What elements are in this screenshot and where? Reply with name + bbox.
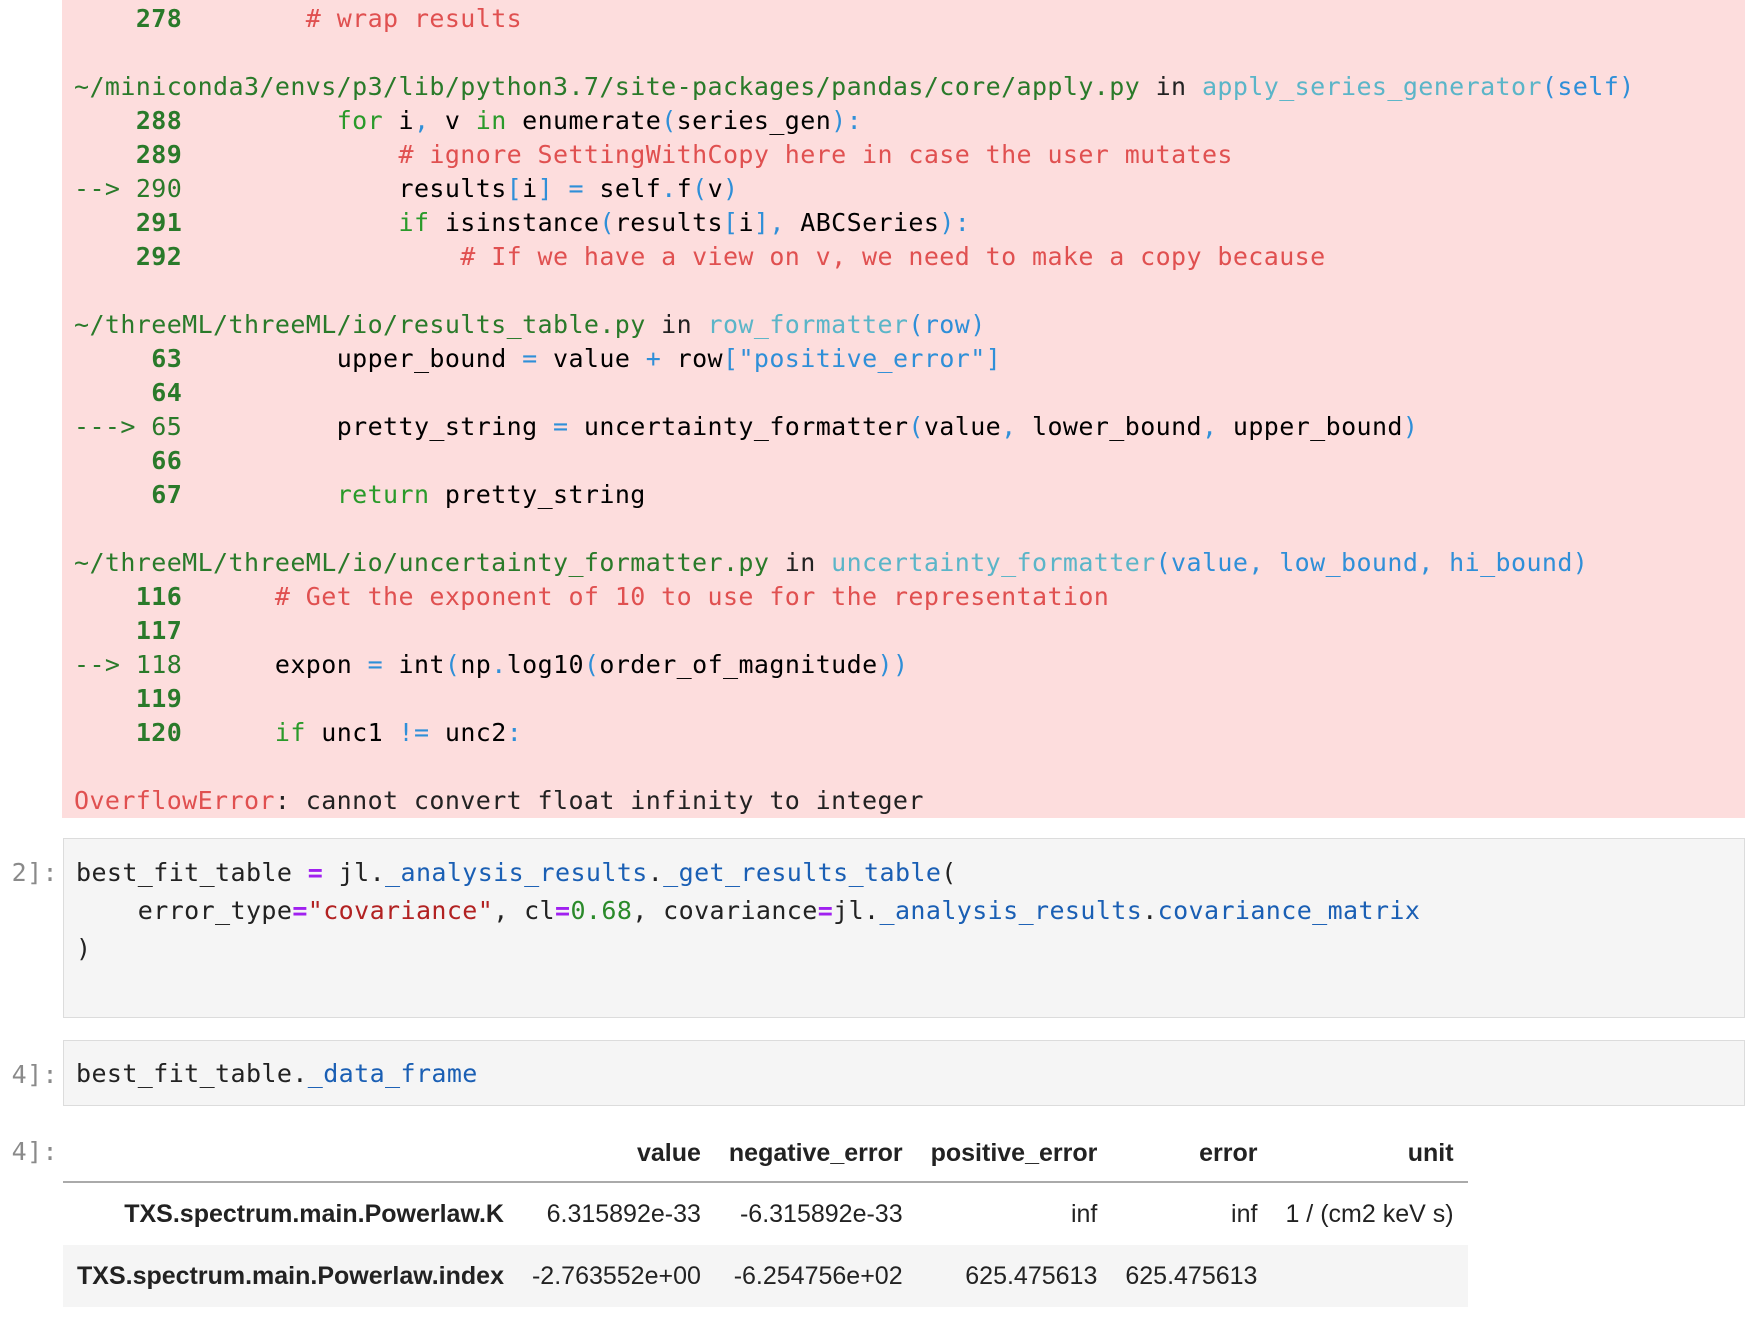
code-cell[interactable]: best_fit_table._data_frame [63,1040,1745,1106]
row-label: TXS.spectrum.main.Powerlaw.index [77,1261,504,1290]
column-header [63,1125,518,1182]
column-header: unit [1407,1138,1454,1167]
code-comment: # If we have a view on v, we need to mak… [460,242,1326,271]
traceback-line: 278 # wrap results [74,2,522,36]
code-comment: # Get the exponent of 10 to use for the … [274,582,1110,611]
traceback-line: 116 # Get the exponent of 10 to use for … [74,580,1109,614]
cell-value: -2.763552e+00 [531,1261,701,1290]
table-row: TXS.spectrum.main.Powerlaw.K 6.315892e-3… [63,1182,1468,1245]
column-header: negative_error [728,1138,903,1167]
traceback-line: 66 [74,444,182,478]
line-number: 289 [135,140,183,169]
code-comment: # wrap results [305,4,523,33]
traceback-line-current: ---> 65 pretty_string = uncertainty_form… [74,412,1419,441]
line-number: 67 [151,480,183,509]
traceback-line: 120 if unc1 != unc2: [135,718,523,747]
cell-unit [1271,1245,1467,1307]
traceback-output: 278 # wrap results ~/miniconda3/envs/p3/… [62,0,1745,818]
line-number: 292 [135,242,183,271]
function-name: apply_series_generator [1201,72,1542,101]
code-line: best_fit_table._data_frame [76,1059,478,1088]
results-dataframe: value negative_error positive_error erro… [63,1125,1468,1307]
error-text: : cannot convert float infinity to integ… [274,786,924,815]
line-number: 117 [135,616,183,645]
cell-prompt: 4]: [11,1060,58,1089]
column-header: value [636,1138,701,1167]
line-number: 278 [135,4,183,33]
code-line: best_fit_table = jl._analysis_results._g… [76,858,957,887]
error-message: OverflowError: cannot convert float infi… [74,784,924,818]
traceback-line: 292 # If we have a view on v, we need to… [74,240,1326,274]
code-line: error_type="covariance", cl=0.68, covari… [76,896,1421,925]
error-name: OverflowError [74,786,275,815]
file-path: ~/threeML/threeML/io/results_table.py [74,310,646,339]
output-prompt: 4]: [11,1137,58,1166]
column-header: error [1199,1138,1258,1167]
table-row: TXS.spectrum.main.Powerlaw.index -2.7635… [63,1245,1468,1307]
cell-value: 6.315892e-33 [546,1199,701,1228]
traceback-line-current: --> 290 results[i] = self.f(v) [74,174,739,203]
line-number: 64 [151,378,183,407]
function-name: row_formatter [707,310,909,339]
code-cell[interactable]: best_fit_table = jl._analysis_results._g… [63,838,1745,1018]
cell-negative-error: -6.254756e+02 [733,1261,903,1290]
traceback-line: 64 [74,376,182,410]
line-number: 66 [151,446,183,475]
current-line-arrow: --> [74,174,136,203]
cell-positive-error: inf [1070,1199,1098,1228]
traceback-line: 63 upper_bound = value + row["positive_e… [151,344,1002,373]
traceback-line: 119 [74,682,182,716]
traceback-line: 117 [74,614,182,648]
cell-unit: 1 / (cm2 keV s) [1285,1199,1454,1228]
line-number: 63 [151,344,183,373]
line-number: 291 [135,208,183,237]
in-word: in [661,310,693,339]
cell-positive-error: 625.475613 [965,1261,1098,1290]
current-line-arrow: ---> [74,412,152,441]
code-comment: # ignore SettingWithCopy here in case th… [398,140,1233,169]
cell-error: inf [1231,1199,1258,1228]
in-word: in [784,548,816,577]
function-args: (self) [1541,72,1635,101]
traceback-line: 289 # ignore SettingWithCopy here in cas… [74,138,1233,172]
cell-error: 625.475613 [1125,1261,1258,1290]
traceback-line: 291 if isinstance(results[i], ABCSeries)… [135,208,971,237]
line-number: 288 [135,106,183,135]
row-label: TXS.spectrum.main.Powerlaw.K [124,1199,504,1228]
line-number: 120 [135,718,183,747]
cell-prompt: 2]: [11,858,58,887]
traceback-line-current: --> 118 expon = int(np.log10(order_of_ma… [74,650,909,679]
frame-header: ~/miniconda3/envs/p3/lib/python3.7/site-… [74,70,1635,104]
traceback-line: 67 return pretty_string [151,480,646,509]
frame-header: ~/threeML/threeML/io/results_table.py in… [74,308,986,342]
line-number: 119 [135,684,183,713]
file-path: ~/threeML/threeML/io/uncertainty_formatt… [74,548,770,577]
line-number: 65 [151,412,183,441]
current-line-arrow: --> [74,650,136,679]
function-args: (row) [908,310,986,339]
function-args: (value, low_bound, hi_bound) [1155,548,1589,577]
function-name: uncertainty_formatter [831,548,1156,577]
line-number: 290 [135,174,183,203]
traceback-line: 288 for i, v in enumerate(series_gen): [135,106,863,135]
table-header-row: value negative_error positive_error erro… [63,1125,1468,1182]
line-number: 116 [135,582,183,611]
cell-negative-error: -6.315892e-33 [739,1199,903,1228]
frame-header: ~/threeML/threeML/io/uncertainty_formatt… [74,546,1588,580]
column-header: positive_error [930,1138,1098,1167]
file-path: ~/miniconda3/envs/p3/lib/python3.7/site-… [74,72,1141,101]
line-number: 118 [135,650,183,679]
in-word: in [1155,72,1187,101]
code-line: ) [76,934,92,963]
